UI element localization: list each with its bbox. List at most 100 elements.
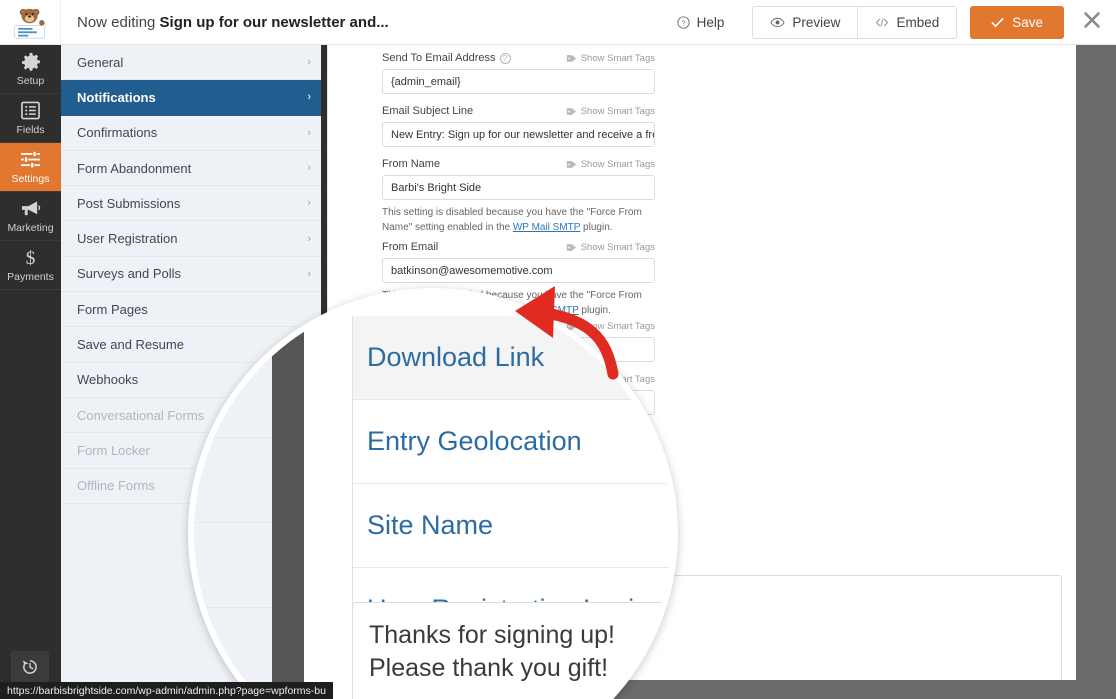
wp-mail-smtp-link[interactable]: WP Mail SMTP: [513, 222, 580, 233]
settings-menu-item-notifications[interactable]: Notifications ›: [61, 80, 327, 116]
settings-menu-item-user-registration[interactable]: User Registration ›: [61, 221, 327, 257]
checkmark-icon: [991, 17, 1004, 27]
page-title-form-name: Sign up for our newsletter and...: [159, 13, 389, 31]
page-title: Now editing Sign up for our newsletter a…: [77, 14, 389, 31]
smart-tag-option-label: Site Name: [367, 510, 494, 540]
wpforms-bear-logo-icon: [14, 8, 45, 39]
email-subject-input[interactable]: New Entry: Sign up for our newsletter an…: [382, 122, 655, 147]
nav-item-fields[interactable]: Fields: [0, 94, 61, 143]
builder-left-nav: Setup Fields Settings Marketing $ Paymen…: [0, 45, 61, 699]
settings-menu-item-label: Confirmations: [77, 125, 158, 141]
nav-label-setup: Setup: [16, 75, 45, 87]
field-email-subject: Email Subject Line Show Smart Tags New E…: [382, 105, 655, 147]
header-actions: ? Help Preview Embed Save: [676, 5, 1116, 39]
settings-menu-item-confirmations[interactable]: Confirmations ›: [61, 116, 327, 151]
tag-icon: [566, 160, 576, 168]
magnifier-content: u have the "Force From Email" setting en…: [194, 294, 672, 699]
settings-menu-item-label: Webhooks: [77, 372, 139, 388]
gear-icon: [20, 51, 42, 72]
browser-status-bar: https://barbisbrightside.com/wp-admin/ad…: [0, 682, 333, 699]
magnified-menu-panel: [194, 294, 272, 699]
settings-menu-item-label: Conversational Forms: [77, 407, 205, 423]
smart-tag-option-entry-geolocation[interactable]: Entry Geolocation: [353, 400, 672, 484]
nav-label-payments: Payments: [7, 271, 54, 283]
preview-button[interactable]: Preview: [753, 6, 859, 38]
magnified-message-textarea[interactable]: Thanks for signing up! Please thank you …: [352, 602, 672, 699]
settings-menu-item-post-submissions[interactable]: Post Submissions ›: [61, 186, 327, 222]
embed-button[interactable]: Embed: [858, 7, 956, 38]
settings-menu-item-form-abandonment[interactable]: Form Abandonment ›: [61, 151, 327, 187]
from-name-note: This setting is disabled because you hav…: [382, 207, 642, 233]
settings-menu-item-label: Post Submissions: [77, 195, 181, 211]
settings-menu-item-label: User Registration: [77, 231, 178, 247]
show-smart-tags-from-name[interactable]: Show Smart Tags: [566, 159, 655, 170]
show-smart-tags-send-to-email[interactable]: Show Smart Tags: [566, 53, 655, 64]
close-x-icon: [1084, 11, 1100, 28]
save-label: Save: [1012, 14, 1043, 30]
embed-label: Embed: [896, 14, 940, 30]
field-label-from-email: From Email: [382, 241, 439, 253]
help-button[interactable]: ? Help: [676, 14, 741, 30]
settings-menu-item-label: Save and Resume: [77, 337, 184, 353]
field-from-name: From Name Show Smart Tags Barbi's Bright…: [382, 158, 655, 235]
smart-tag-option-site-name[interactable]: Site Name: [353, 484, 672, 568]
svg-text:?: ?: [681, 18, 685, 27]
field-send-to-email: Send To Email Address ? Show Smart Tags …: [382, 52, 655, 94]
nav-item-settings[interactable]: Settings: [0, 143, 61, 192]
tag-icon: [566, 107, 576, 115]
chevron-right-icon: ›: [307, 232, 311, 245]
settings-menu-item-label: Surveys and Polls: [77, 266, 182, 282]
settings-menu-item-label: General: [77, 54, 124, 70]
save-button[interactable]: Save: [970, 5, 1064, 39]
tag-icon: [566, 54, 576, 62]
magnified-scrollbar: [272, 294, 304, 699]
from-name-input[interactable]: Barbi's Bright Side: [382, 175, 655, 200]
preview-embed-group: Preview Embed: [752, 5, 958, 39]
svg-text:$: $: [26, 248, 36, 268]
question-circle-icon: ?: [676, 15, 690, 29]
megaphone-icon: [20, 198, 42, 219]
builder-header: Now editing Sign up for our newsletter a…: [0, 0, 1116, 45]
close-button[interactable]: [1082, 10, 1102, 35]
field-label-email-subject: Email Subject Line: [382, 105, 474, 117]
nav-label-fields: Fields: [16, 124, 45, 136]
nav-item-payments[interactable]: $ Payments: [0, 241, 61, 290]
magnifier-lens: u have the "Force From Email" setting en…: [188, 288, 678, 699]
field-label-send-to-email: Send To Email Address ?: [382, 52, 511, 64]
nav-item-marketing[interactable]: Marketing: [0, 192, 61, 241]
dollar-sign-icon: $: [20, 247, 42, 268]
wpforms-form-builder: Now editing Sign up for our newsletter a…: [0, 0, 1116, 699]
help-label: Help: [696, 14, 725, 30]
settings-menu-item-label: Notifications: [77, 89, 156, 105]
chevron-right-icon: ›: [307, 126, 311, 139]
chevron-right-icon: ›: [307, 56, 311, 69]
code-brackets-icon: [876, 17, 889, 27]
chevron-right-icon: ›: [307, 91, 311, 104]
show-smart-tags-from-email[interactable]: Show Smart Tags: [566, 242, 655, 253]
settings-menu-item-surveys-and-polls[interactable]: Surveys and Polls ›: [61, 257, 327, 293]
show-smart-tags-email-subject[interactable]: Show Smart Tags: [566, 106, 655, 117]
revision-history-icon: [22, 660, 37, 674]
settings-menu-item-label: Form Abandonment: [77, 160, 192, 176]
help-tooltip-icon[interactable]: ?: [499, 52, 511, 64]
magnified-message-line-1: Thanks for signing up! Please thank you …: [369, 621, 615, 682]
revision-history-button[interactable]: [11, 651, 49, 683]
settings-menu-item-label: Form Pages: [77, 301, 148, 317]
eye-icon: [770, 17, 786, 27]
field-label-from-name: From Name: [382, 158, 441, 170]
settings-menu-item-general[interactable]: General ›: [61, 45, 327, 81]
chevron-right-icon: ›: [307, 197, 311, 210]
smart-tag-option-label: Entry Geolocation: [367, 426, 582, 456]
smart-tag-option-label: Download Link: [367, 342, 545, 372]
status-url: https://barbisbrightside.com/wp-admin/ad…: [7, 684, 326, 697]
settings-menu-item-label: Offline Forms: [77, 478, 155, 494]
list-icon: [20, 100, 42, 121]
smart-tag-option-download-link[interactable]: Download Link: [353, 316, 672, 400]
nav-label-marketing: Marketing: [7, 222, 54, 234]
send-to-email-input[interactable]: {admin_email}: [382, 69, 655, 94]
preview-label: Preview: [792, 14, 841, 30]
nav-item-setup[interactable]: Setup: [0, 45, 61, 94]
from-email-input[interactable]: batkinson@awesomemotive.com: [382, 258, 655, 283]
page-title-prefix: Now editing: [77, 13, 160, 31]
nav-label-settings: Settings: [11, 173, 50, 185]
